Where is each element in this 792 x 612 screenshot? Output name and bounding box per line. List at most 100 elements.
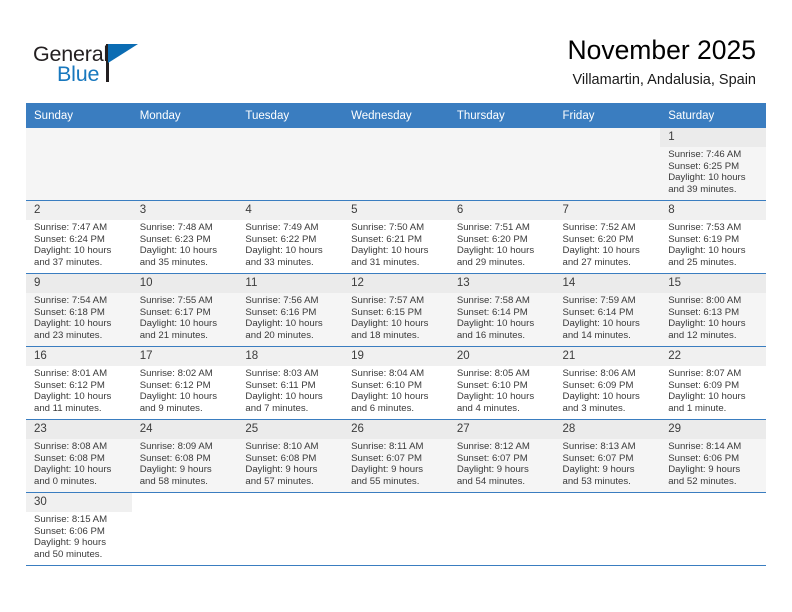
calendar-day-cell[interactable]: 7 Sunrise: 7:52 AM Sunset: 6:20 PM Daylight… <box>554 200 661 274</box>
day-daylight-line2-text: and 53 minutes. <box>562 475 631 487</box>
page-title: November 2025 <box>567 35 756 65</box>
day-daylight-line1-text: Daylight: 10 hours <box>34 464 112 476</box>
calendar-day-cell[interactable]: 25 Sunrise: 8:10 AM Sunset: 6:08 PM Dayligh… <box>237 419 344 493</box>
day-details: Sunrise: 8:06 AM Sunset: 6:09 PM Daylight:… <box>555 366 661 414</box>
calendar-day-cell[interactable]: 16 Sunrise: 8:01 AM Sunset: 6:12 PM Dayligh… <box>26 346 132 420</box>
day-details: Sunrise: 8:03 AM Sunset: 6:11 PM Daylight:… <box>237 366 343 414</box>
day-daylight-line2-text: and 27 minutes. <box>562 256 631 268</box>
day-daylight-line2-text: and 29 minutes. <box>456 256 526 268</box>
day-sunrise-text: Sunrise: 7:54 AM <box>34 295 108 306</box>
calendar-day-cell[interactable]: 29 Sunrise: 8:14 AM Sunset: 6:06 PM Dayligh… <box>660 419 766 493</box>
calendar-day-cell[interactable]: 15 Sunrise: 8:00 AM Sunset: 6:13 PM Dayligh… <box>660 273 766 347</box>
calendar-day-cell[interactable]: 23 Sunrise: 8:08 AM Sunset: 6:08 PM Dayligh… <box>26 419 132 493</box>
calendar-day-cell[interactable]: 18 Sunrise: 8:03 AM Sunset: 6:11 PM Dayligh… <box>237 346 344 420</box>
day-number: 25 <box>237 420 344 439</box>
day-details: Sunrise: 7:50 AM Sunset: 6:21 PM Daylight:… <box>343 220 449 268</box>
day-sunset-text: Sunset: 6:14 PM <box>456 306 528 318</box>
day-daylight-line1-text: Daylight: 10 hours <box>245 318 323 330</box>
calendar-day-cell[interactable]: 10 Sunrise: 7:55 AM Sunset: 6:17 PM Dayligh… <box>131 273 238 347</box>
day-sunrise-text: Sunrise: 8:01 AM <box>34 368 108 379</box>
calendar-cell-empty <box>237 492 344 566</box>
day-daylight-line1-text: Daylight: 10 hours <box>668 245 746 257</box>
day-sunset-text: Sunset: 6:24 PM <box>34 233 105 245</box>
day-sunset-text: Sunset: 6:19 PM <box>668 233 740 245</box>
day-daylight-line1-text: Daylight: 10 hours <box>668 172 746 184</box>
day-sunrise-text: Sunrise: 8:03 AM <box>245 368 319 379</box>
calendar-day-cell[interactable]: 28 Sunrise: 8:13 AM Sunset: 6:07 PM Dayligh… <box>554 419 661 493</box>
day-daylight-line2-text: and 14 minutes. <box>562 329 631 341</box>
day-sunset-text: Sunset: 6:07 PM <box>456 452 528 464</box>
calendar-day-cell[interactable]: 11 Sunrise: 7:56 AM Sunset: 6:16 PM Dayligh… <box>237 273 344 347</box>
day-daylight-line2-text: and 58 minutes. <box>139 475 208 487</box>
day-daylight-line2-text: and 23 minutes. <box>34 329 103 341</box>
day-sunrise-text: Sunrise: 7:53 AM <box>668 222 742 233</box>
calendar-day-cell[interactable]: 14 Sunrise: 7:59 AM Sunset: 6:14 PM Dayligh… <box>554 273 661 347</box>
calendar-day-cell[interactable]: 2 Sunrise: 7:47 AM Sunset: 6:24 PM Daylight… <box>26 200 132 274</box>
day-sunset-text: Sunset: 6:07 PM <box>562 452 634 464</box>
calendar-day-cell[interactable]: 26 Sunrise: 8:11 AM Sunset: 6:07 PM Dayligh… <box>343 419 449 493</box>
day-daylight-line2-text: and 33 minutes. <box>245 256 314 268</box>
calendar-day-cell[interactable]: 17 Sunrise: 8:02 AM Sunset: 6:12 PM Dayligh… <box>131 346 238 420</box>
logo-flag-icon <box>108 44 138 63</box>
calendar-day-cell[interactable]: 30 Sunrise: 8:15 AM Sunset: 6:06 PM Dayligh… <box>26 492 132 566</box>
weekday-header-row: Sunday Monday Tuesday Wednesday Thursday… <box>26 103 766 128</box>
day-daylight-line2-text: and 11 minutes. <box>34 402 102 414</box>
calendar-day-cell[interactable]: 8 Sunrise: 7:53 AM Sunset: 6:19 PM Daylight… <box>660 200 766 274</box>
calendar-day-cell[interactable]: 13 Sunrise: 7:58 AM Sunset: 6:14 PM Dayligh… <box>448 273 555 347</box>
day-daylight-line2-text: and 1 minute. <box>668 402 727 414</box>
calendar-day-cell[interactable]: 27 Sunrise: 8:12 AM Sunset: 6:07 PM Dayligh… <box>448 419 555 493</box>
day-daylight-line1-text: Daylight: 9 hours <box>245 464 318 476</box>
day-number: 7 <box>554 201 661 220</box>
general-blue-logo[interactable]: General Blue <box>33 42 173 90</box>
day-daylight-line1-text: Daylight: 10 hours <box>139 391 218 403</box>
calendar-day-cell[interactable]: 12 Sunrise: 7:57 AM Sunset: 6:15 PM Dayligh… <box>343 273 449 347</box>
day-sunrise-text: Sunrise: 7:48 AM <box>139 222 213 233</box>
day-number: 18 <box>237 347 344 366</box>
day-sunset-text: Sunset: 6:06 PM <box>34 525 105 537</box>
day-number: 6 <box>448 201 555 220</box>
day-sunset-text: Sunset: 6:10 PM <box>351 379 423 391</box>
day-sunrise-text: Sunrise: 8:04 AM <box>351 368 425 379</box>
day-details: Sunrise: 8:04 AM Sunset: 6:10 PM Daylight:… <box>343 366 449 414</box>
day-daylight-line1-text: Daylight: 10 hours <box>245 245 323 257</box>
day-sunset-text: Sunset: 6:07 PM <box>351 452 423 464</box>
calendar-day-cell[interactable]: 6 Sunrise: 7:51 AM Sunset: 6:20 PM Daylight… <box>448 200 555 274</box>
day-daylight-line2-text: and 9 minutes. <box>139 402 203 414</box>
day-details: Sunrise: 7:55 AM Sunset: 6:17 PM Daylight:… <box>132 293 238 341</box>
calendar-day-cell[interactable]: 1 Sunrise: 7:46 AM Sunset: 6:25 PM Daylight… <box>660 128 766 201</box>
day-details: Sunrise: 8:14 AM Sunset: 6:06 PM Daylight:… <box>660 439 766 487</box>
calendar-day-cell[interactable]: 9 Sunrise: 7:54 AM Sunset: 6:18 PM Daylight… <box>26 273 132 347</box>
day-details: Sunrise: 7:47 AM Sunset: 6:24 PM Daylight:… <box>26 220 132 268</box>
calendar-day-cell[interactable]: 22 Sunrise: 8:07 AM Sunset: 6:09 PM Dayligh… <box>660 346 766 420</box>
calendar-cell-empty <box>131 128 238 201</box>
day-daylight-line1-text: Daylight: 10 hours <box>562 318 640 330</box>
weekday-header-wednesday: Wednesday <box>343 103 449 128</box>
day-sunset-text: Sunset: 6:08 PM <box>245 452 317 464</box>
day-sunrise-text: Sunrise: 7:47 AM <box>34 222 108 233</box>
sunrise-sunset-calendar: Sunday Monday Tuesday Wednesday Thursday… <box>26 103 766 566</box>
calendar-cell-empty <box>343 128 449 201</box>
calendar-day-cell[interactable]: 3 Sunrise: 7:48 AM Sunset: 6:23 PM Daylight… <box>131 200 238 274</box>
day-details: Sunrise: 7:59 AM Sunset: 6:14 PM Daylight:… <box>555 293 661 341</box>
day-sunrise-text: Sunrise: 7:58 AM <box>456 295 530 306</box>
calendar-day-cell[interactable]: 21 Sunrise: 8:06 AM Sunset: 6:09 PM Dayligh… <box>554 346 661 420</box>
day-number: 9 <box>26 274 132 293</box>
day-number: 27 <box>448 420 555 439</box>
day-daylight-line1-text: Daylight: 10 hours <box>139 318 218 330</box>
day-number: 8 <box>660 201 766 220</box>
calendar-day-cell[interactable]: 19 Sunrise: 8:04 AM Sunset: 6:10 PM Dayligh… <box>343 346 449 420</box>
day-daylight-line2-text: and 54 minutes. <box>456 475 526 487</box>
day-sunset-text: Sunset: 6:12 PM <box>34 379 105 391</box>
day-details: Sunrise: 7:57 AM Sunset: 6:15 PM Daylight:… <box>343 293 449 341</box>
calendar-day-cell[interactable]: 5 Sunrise: 7:50 AM Sunset: 6:21 PM Daylight… <box>343 200 449 274</box>
calendar-day-cell[interactable]: 20 Sunrise: 8:05 AM Sunset: 6:10 PM Dayligh… <box>448 346 555 420</box>
title-block: November 2025 Villamartin, Andalusia, Sp… <box>567 33 756 91</box>
day-sunrise-text: Sunrise: 7:52 AM <box>562 222 636 233</box>
calendar-day-cell[interactable]: 4 Sunrise: 7:49 AM Sunset: 6:22 PM Daylight… <box>237 200 344 274</box>
page-header: General Blue November 2025 Villamartin, … <box>0 0 792 103</box>
calendar-day-cell[interactable]: 24 Sunrise: 8:09 AM Sunset: 6:08 PM Dayligh… <box>131 419 238 493</box>
day-daylight-line1-text: Daylight: 9 hours <box>34 537 106 549</box>
day-daylight-line1-text: Daylight: 10 hours <box>351 318 429 330</box>
day-number: 1 <box>660 128 766 147</box>
day-number: 15 <box>660 274 766 293</box>
